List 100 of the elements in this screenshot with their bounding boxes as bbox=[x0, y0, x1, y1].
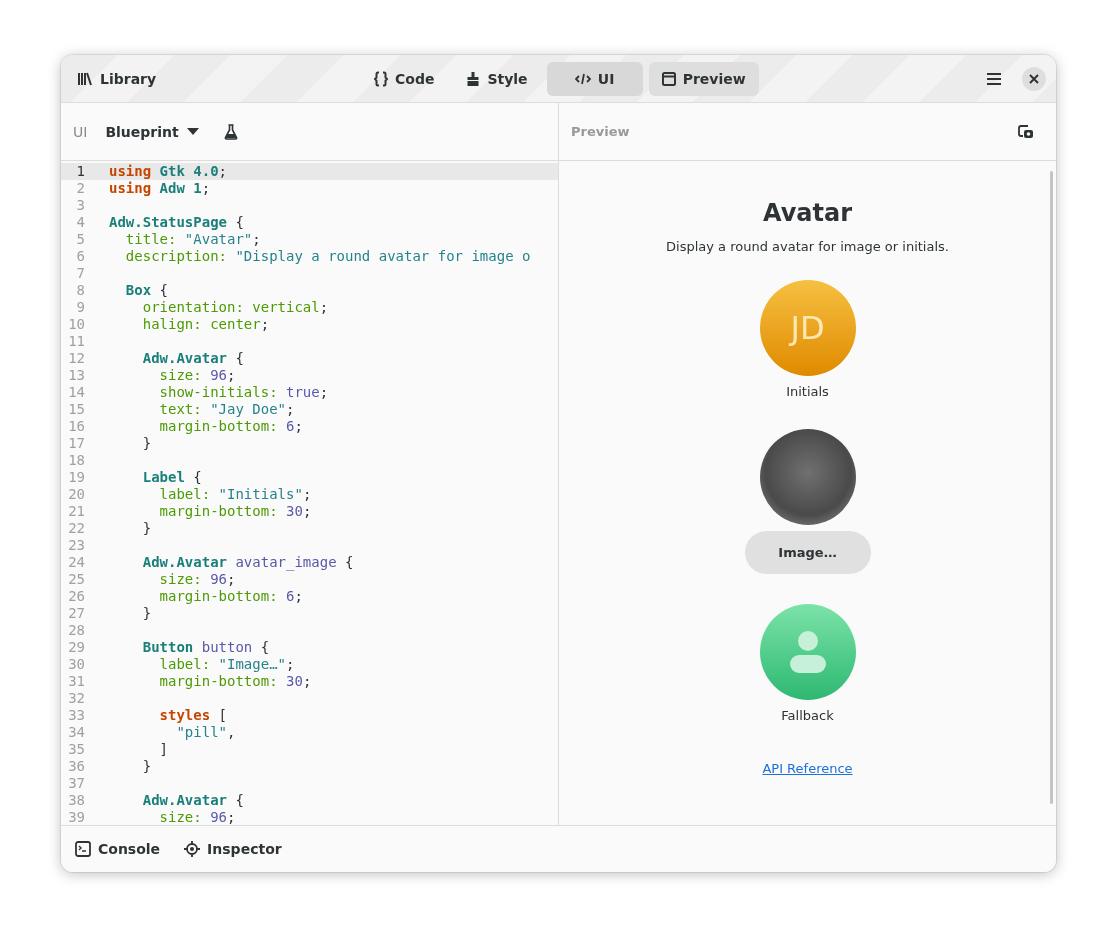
line-number: 27 bbox=[67, 605, 85, 622]
line-number: 39 bbox=[67, 809, 85, 825]
code-line: Box { bbox=[124, 282, 168, 299]
view-tab[interactable]: Code bbox=[361, 61, 448, 96]
line-number: 38 bbox=[67, 792, 85, 809]
code-line: margin-bottom: 6; bbox=[158, 418, 303, 435]
line-number: 17 bbox=[67, 435, 85, 452]
terminal-icon bbox=[75, 841, 91, 857]
line-number: 6 bbox=[75, 248, 85, 265]
avatar-caption: Initials bbox=[786, 384, 829, 399]
code-line: description: "Display a round avatar for image o bbox=[124, 248, 531, 265]
code-editor[interactable] bbox=[61, 161, 558, 825]
line-number: 31 bbox=[67, 673, 85, 690]
code-line: margin-bottom: 30; bbox=[158, 503, 312, 520]
code-line: } bbox=[141, 758, 152, 775]
pane-label: Preview bbox=[571, 124, 630, 139]
code-line: } bbox=[141, 605, 152, 622]
code-line: size: 96; bbox=[158, 571, 236, 588]
line-number: 30 bbox=[67, 656, 85, 673]
line-number: 7 bbox=[75, 265, 85, 282]
code-line: styles [ bbox=[158, 707, 227, 724]
code-line: Adw.Avatar { bbox=[141, 792, 244, 809]
code-line: size: 96; bbox=[158, 367, 236, 384]
braces-icon bbox=[374, 70, 388, 87]
api-reference-link[interactable]: API Reference bbox=[762, 761, 853, 776]
line-number: 2 bbox=[75, 180, 85, 197]
code-line: halign: center; bbox=[141, 316, 270, 333]
line-number: 25 bbox=[67, 571, 85, 588]
line-number: 33 bbox=[67, 707, 85, 724]
code-line: using Adw 1; bbox=[109, 180, 211, 197]
panel-button[interactable]: Console bbox=[69, 837, 167, 861]
line-number: 12 bbox=[67, 350, 85, 367]
line-number: 14 bbox=[67, 384, 85, 401]
library-button[interactable]: Library bbox=[71, 61, 163, 96]
close-icon bbox=[1029, 73, 1039, 84]
line-number: 22 bbox=[67, 520, 85, 537]
code-line: ] bbox=[158, 741, 168, 758]
line-number: 9 bbox=[75, 299, 85, 316]
line-number: 10 bbox=[67, 316, 85, 333]
code-tag-icon bbox=[574, 72, 591, 85]
camera-window-icon bbox=[1018, 124, 1034, 139]
code-line: Adw.StatusPage { bbox=[109, 214, 244, 231]
library-icon bbox=[77, 71, 93, 86]
code-line: } bbox=[141, 435, 152, 452]
line-number: 29 bbox=[67, 639, 85, 656]
line-number: 1 bbox=[75, 163, 85, 180]
flask-icon bbox=[223, 123, 238, 140]
brush-icon bbox=[466, 70, 481, 87]
line-number: 5 bbox=[75, 231, 85, 248]
window-icon bbox=[661, 71, 676, 86]
line-number: 26 bbox=[67, 588, 85, 605]
image-button[interactable]: Image… bbox=[744, 531, 871, 574]
crosshair-icon bbox=[184, 841, 201, 857]
line-number: 4 bbox=[75, 214, 85, 231]
view-tab[interactable]: Style bbox=[453, 61, 541, 96]
pane-label: UI bbox=[73, 123, 88, 140]
caret-icon bbox=[186, 128, 199, 135]
code-line: label: "Image…"; bbox=[158, 656, 295, 673]
line-number: 34 bbox=[67, 724, 85, 741]
code-line: using Gtk 4.0; bbox=[109, 163, 228, 180]
code-line: text: "Jay Doe"; bbox=[158, 401, 295, 418]
menu-icon bbox=[986, 71, 1002, 86]
person-icon bbox=[788, 631, 827, 673]
code-line: Adw.Avatar { bbox=[141, 350, 244, 367]
line-number: 20 bbox=[67, 486, 85, 503]
line-number: 24 bbox=[67, 554, 85, 571]
code-line: show-initials: true; bbox=[158, 384, 329, 401]
line-number: 36 bbox=[67, 758, 85, 775]
line-number: 8 bbox=[75, 282, 85, 299]
code-line: margin-bottom: 6; bbox=[158, 588, 303, 605]
language-dropdown[interactable]: Blueprint bbox=[105, 123, 199, 140]
line-number: 11 bbox=[67, 333, 85, 350]
line-number: 28 bbox=[67, 622, 85, 639]
code-line: Label { bbox=[141, 469, 202, 486]
line-number: 3 bbox=[75, 197, 85, 214]
line-number: 35 bbox=[67, 741, 85, 758]
line-number: 19 bbox=[67, 469, 85, 486]
line-number: 37 bbox=[67, 775, 85, 792]
line-number: 18 bbox=[67, 452, 85, 469]
code-line: margin-bottom: 30; bbox=[158, 673, 312, 690]
panel-button[interactable]: Inspector bbox=[178, 837, 288, 861]
code-line: Adw.Avatar avatar_image { bbox=[141, 554, 354, 571]
close-button[interactable] bbox=[1022, 66, 1046, 91]
avatar-caption: Fallback bbox=[781, 708, 834, 723]
code-line: } bbox=[141, 520, 152, 537]
status-title: Avatar bbox=[762, 199, 853, 227]
line-number: 23 bbox=[67, 537, 85, 554]
code-line: orientation: vertical; bbox=[141, 299, 329, 316]
initials-avatar: JD bbox=[759, 280, 856, 376]
line-number: 21 bbox=[67, 503, 85, 520]
preview-toggle[interactable]: Preview bbox=[648, 61, 759, 96]
code-line: title: "Avatar"; bbox=[124, 231, 261, 248]
line-number: 13 bbox=[67, 367, 85, 384]
view-tab[interactable]: UI bbox=[546, 61, 643, 96]
line-number: 15 bbox=[67, 401, 85, 418]
code-line: label: "Initials"; bbox=[158, 486, 312, 503]
status-description: Display a round avatar for image or initials. bbox=[666, 239, 949, 254]
code-line: size: 96; bbox=[158, 809, 236, 825]
code-line: "pill", bbox=[175, 724, 236, 741]
line-number: 32 bbox=[67, 690, 85, 707]
